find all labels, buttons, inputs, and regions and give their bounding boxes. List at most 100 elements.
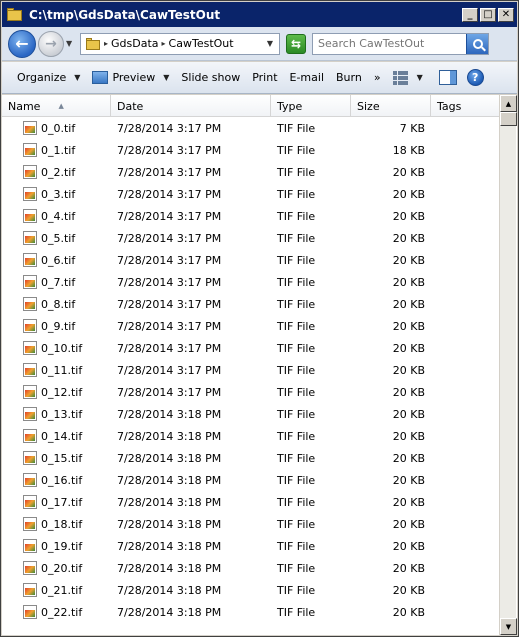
scroll-up-icon[interactable]: ▲ [500, 95, 517, 112]
column-header-name[interactable]: Name ▲ [2, 95, 111, 117]
file-name-cell[interactable]: 0_3.tif [2, 187, 111, 201]
file-name-cell[interactable]: 0_10.tif [2, 341, 111, 355]
file-name-cell[interactable]: 0_21.tif [2, 583, 111, 597]
help-icon[interactable]: ? [466, 69, 484, 86]
file-name-cell[interactable]: 0_20.tif [2, 561, 111, 575]
file-name: 0_6.tif [41, 253, 76, 267]
table-row[interactable]: 0_2.tif 7/28/2014 3:17 PM TIF File 20 KB [2, 161, 499, 183]
views-button[interactable]: ▼ [387, 66, 429, 90]
minimize-button[interactable]: _ [462, 7, 478, 22]
table-row[interactable]: 0_21.tif 7/28/2014 3:18 PM TIF File 20 KB [2, 579, 499, 601]
table-row[interactable]: 0_10.tif 7/28/2014 3:17 PM TIF File 20 KB [2, 337, 499, 359]
table-row[interactable]: 0_17.tif 7/28/2014 3:18 PM TIF File 20 KB [2, 491, 499, 513]
organize-button[interactable]: Organize ▼ [11, 66, 86, 90]
file-name-cell[interactable]: 0_1.tif [2, 143, 111, 157]
table-row[interactable]: 0_0.tif 7/28/2014 3:17 PM TIF File 7 KB [2, 117, 499, 139]
scrollbar-thumb[interactable] [500, 112, 517, 126]
table-row[interactable]: 0_12.tif 7/28/2014 3:17 PM TIF File 20 KB [2, 381, 499, 403]
column-header-date[interactable]: Date [111, 95, 271, 117]
column-header: Name ▲ Date Type Size Tags [2, 95, 499, 117]
chevron-down-icon: ▼ [416, 73, 423, 82]
breadcrumb[interactable]: ▸ GdsData ▸ CawTestOut ▼ [80, 32, 280, 55]
column-header-tags[interactable]: Tags [431, 95, 499, 117]
file-name-cell[interactable]: 0_12.tif [2, 385, 111, 399]
file-name: 0_1.tif [41, 143, 76, 157]
back-arrow-icon[interactable]: ← [8, 29, 36, 58]
file-name-cell[interactable]: 0_7.tif [2, 275, 111, 289]
maximize-button[interactable]: □ [480, 7, 496, 22]
file-size: 20 KB [392, 451, 425, 465]
file-name-cell[interactable]: 0_19.tif [2, 539, 111, 553]
table-row[interactable]: 0_11.tif 7/28/2014 3:17 PM TIF File 20 KB [2, 359, 499, 381]
file-name-cell[interactable]: 0_18.tif [2, 517, 111, 531]
table-row[interactable]: 0_5.tif 7/28/2014 3:17 PM TIF File 20 KB [2, 227, 499, 249]
column-header-size[interactable]: Size [351, 95, 431, 117]
table-row[interactable]: 0_3.tif 7/28/2014 3:17 PM TIF File 20 KB [2, 183, 499, 205]
breadcrumb-folder-icon [85, 37, 101, 51]
slideshow-button[interactable]: Slide show [175, 66, 246, 90]
burn-button[interactable]: Burn [330, 66, 368, 90]
search-button[interactable] [466, 33, 488, 54]
file-name-cell[interactable]: 0_22.tif [2, 605, 111, 619]
forward-arrow-icon[interactable]: → [38, 30, 64, 57]
table-row[interactable]: 0_16.tif 7/28/2014 3:18 PM TIF File 20 KB [2, 469, 499, 491]
preview-pane-icon[interactable] [438, 70, 457, 85]
table-row[interactable]: 0_13.tif 7/28/2014 3:18 PM TIF File 20 KB [2, 403, 499, 425]
breadcrumb-separator-icon[interactable]: ▸ [104, 39, 108, 48]
close-button[interactable]: ✕ [498, 7, 514, 22]
table-row[interactable]: 0_1.tif 7/28/2014 3:17 PM TIF File 18 KB [2, 139, 499, 161]
table-row[interactable]: 0_7.tif 7/28/2014 3:17 PM TIF File 20 KB [2, 271, 499, 293]
tif-file-icon [23, 451, 37, 465]
file-name-cell[interactable]: 0_17.tif [2, 495, 111, 509]
table-row[interactable]: 0_22.tif 7/28/2014 3:18 PM TIF File 20 KB [2, 601, 499, 623]
more-commands-button[interactable]: » [368, 66, 387, 90]
scroll-down-icon[interactable]: ▼ [500, 618, 517, 635]
file-size: 20 KB [392, 231, 425, 245]
file-name-cell[interactable]: 0_14.tif [2, 429, 111, 443]
chevron-down-icon: ▼ [163, 73, 170, 82]
table-row[interactable]: 0_15.tif 7/28/2014 3:18 PM TIF File 20 KB [2, 447, 499, 469]
print-button[interactable]: Print [246, 66, 283, 90]
tif-file-icon [23, 231, 37, 245]
table-row[interactable]: 0_20.tif 7/28/2014 3:18 PM TIF File 20 KB [2, 557, 499, 579]
file-name-cell[interactable]: 0_5.tif [2, 231, 111, 245]
title-bar[interactable]: C:\tmp\GdsData\CawTestOut _ □ ✕ [2, 2, 517, 27]
file-name-cell[interactable]: 0_13.tif [2, 407, 111, 421]
file-name-cell[interactable]: 0_4.tif [2, 209, 111, 223]
table-row[interactable]: 0_8.tif 7/28/2014 3:17 PM TIF File 20 KB [2, 293, 499, 315]
column-header-type[interactable]: Type [271, 95, 351, 117]
file-name-cell[interactable]: 0_15.tif [2, 451, 111, 465]
breadcrumb-separator-icon[interactable]: ▸ [162, 39, 166, 48]
file-type: TIF File [277, 495, 316, 509]
file-name-cell[interactable]: 0_9.tif [2, 319, 111, 333]
vertical-scrollbar[interactable]: ▲ ▼ [499, 95, 517, 635]
file-name-cell[interactable]: 0_16.tif [2, 473, 111, 487]
table-row[interactable]: 0_9.tif 7/28/2014 3:17 PM TIF File 20 KB [2, 315, 499, 337]
file-date: 7/28/2014 3:18 PM [117, 473, 222, 487]
tif-file-icon [23, 363, 37, 377]
breadcrumb-item-gdsdata[interactable]: GdsData [111, 37, 159, 50]
address-dropdown-icon[interactable]: ▼ [267, 39, 273, 48]
file-name: 0_5.tif [41, 231, 76, 245]
search-input[interactable] [313, 37, 463, 50]
table-row[interactable]: 0_14.tif 7/28/2014 3:18 PM TIF File 20 KB [2, 425, 499, 447]
email-button[interactable]: E-mail [284, 66, 331, 90]
refresh-icon[interactable]: ⇆ [286, 33, 306, 54]
file-name-cell[interactable]: 0_11.tif [2, 363, 111, 377]
file-name-cell[interactable]: 0_8.tif [2, 297, 111, 311]
recent-pages-dropdown-icon[interactable]: ▼ [66, 39, 76, 48]
file-size: 20 KB [392, 517, 425, 531]
file-name-cell[interactable]: 0_0.tif [2, 121, 111, 135]
table-row[interactable]: 0_4.tif 7/28/2014 3:17 PM TIF File 20 KB [2, 205, 499, 227]
file-size: 20 KB [392, 363, 425, 377]
tif-file-icon [23, 319, 37, 333]
preview-button[interactable]: Preview ▼ [86, 66, 175, 90]
file-name-cell[interactable]: 0_2.tif [2, 165, 111, 179]
file-size: 20 KB [392, 209, 425, 223]
file-name-cell[interactable]: 0_6.tif [2, 253, 111, 267]
table-row[interactable]: 0_6.tif 7/28/2014 3:17 PM TIF File 20 KB [2, 249, 499, 271]
file-type: TIF File [277, 605, 316, 619]
table-row[interactable]: 0_18.tif 7/28/2014 3:18 PM TIF File 20 KB [2, 513, 499, 535]
breadcrumb-item-cawtestout[interactable]: CawTestOut [169, 37, 234, 50]
table-row[interactable]: 0_19.tif 7/28/2014 3:18 PM TIF File 20 KB [2, 535, 499, 557]
